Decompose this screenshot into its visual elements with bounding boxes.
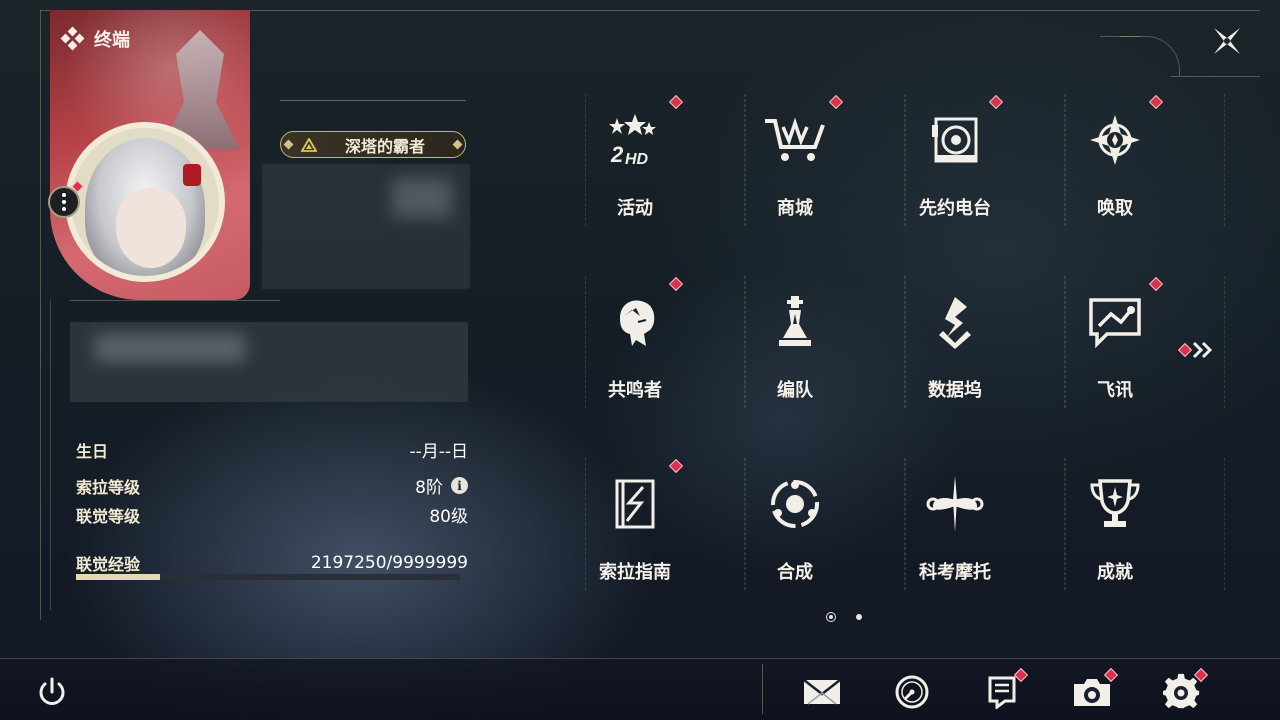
menu-item-motorcycle[interactable]: 科考摩托	[875, 462, 1035, 612]
frame-left-line	[40, 10, 41, 620]
notification-badge	[668, 94, 684, 110]
camera-button[interactable]	[1070, 667, 1119, 714]
menu-item-guidebook[interactable]: 索拉指南	[555, 458, 715, 612]
svg-text:2: 2	[610, 142, 624, 167]
menu-item-label: 商城	[777, 198, 813, 219]
menu-item-label: 数据坞	[928, 380, 982, 401]
page-indicator-1[interactable]	[826, 612, 836, 622]
next-page-badge	[1177, 342, 1193, 358]
stat-value: --月--日	[409, 442, 468, 462]
stat-sol-rank: 索拉等级 8阶 i	[76, 473, 468, 498]
notification-badge	[668, 458, 684, 474]
stat-label: 联觉经验	[76, 555, 141, 574]
player-signature-area	[70, 322, 468, 402]
menu-item-event-2hd[interactable]: 2 HD 活动	[555, 94, 715, 248]
camera-icon	[1072, 676, 1112, 708]
stat-label: 索拉等级	[76, 477, 141, 497]
close-button[interactable]	[1206, 20, 1248, 62]
title-divider	[280, 100, 466, 101]
notification-badge	[1148, 276, 1164, 292]
menu-item-label: 共鸣者	[608, 380, 662, 401]
menu-item-label: 活动	[617, 198, 653, 219]
menu-item-resonator[interactable]: 共鸣者	[555, 276, 715, 430]
synthesis-icon	[763, 472, 827, 536]
team-chess-icon	[763, 290, 827, 354]
menu-item-radio[interactable]: 先约电台	[875, 94, 1035, 248]
page-title: 终端	[94, 30, 130, 51]
menu-item-trophy[interactable]: 成就	[1035, 462, 1195, 612]
message-icon	[1083, 290, 1147, 354]
card-divider	[70, 300, 280, 301]
event-2hd-icon: 2 HD	[603, 108, 667, 172]
exp-progress-fill	[76, 574, 161, 580]
notice-icon	[987, 675, 1017, 709]
menu-item-convene[interactable]: 唤取	[1035, 94, 1195, 248]
pagination	[826, 612, 862, 622]
shop-cart-icon	[763, 108, 827, 172]
page-indicator-2[interactable]	[856, 614, 862, 620]
notice-button[interactable]	[980, 667, 1029, 714]
resonator-icon	[603, 290, 667, 354]
menu-item-label: 成就	[1097, 562, 1133, 583]
mail-icon	[802, 677, 842, 707]
info-icon[interactable]: i	[451, 477, 468, 494]
warning-triangle-icon	[301, 137, 317, 152]
motorcycle-icon	[923, 472, 987, 536]
close-icon	[1214, 28, 1240, 54]
menu-item-label: 先约电台	[919, 198, 991, 219]
menu-item-synthesis[interactable]: 合成	[715, 462, 875, 612]
bottom-divider	[762, 664, 763, 714]
clock-icon	[894, 674, 930, 710]
menu-item-label: 合成	[777, 562, 813, 583]
stat-birthday: 生日 --月--日	[76, 437, 468, 463]
stat-label: 生日	[76, 441, 109, 461]
notification-badge	[828, 94, 844, 110]
settings-gear-icon	[1163, 673, 1201, 711]
stat-union-exp: 联觉经验 2197250/9999999	[76, 551, 468, 575]
frame-corner-line-bottom	[1170, 76, 1260, 77]
menu-item-data-bank[interactable]: 数据坞	[875, 280, 1035, 430]
power-button[interactable]	[30, 670, 74, 714]
menu-item-label: 科考摩托	[919, 562, 991, 583]
menu-item-label: 飞讯	[1097, 380, 1133, 401]
frame-inner-left-line	[50, 300, 51, 610]
player-name-area	[262, 164, 470, 289]
menu-item-team-chess[interactable]: 编队	[715, 280, 875, 430]
more-dots-icon	[62, 193, 66, 211]
player-title-label: 深塔的霸者	[345, 136, 426, 156]
radio-icon	[923, 108, 987, 172]
menu-item-shop-cart[interactable]: 商城	[715, 94, 875, 248]
menu-item-label: 编队	[777, 380, 813, 401]
svg-text:HD: HD	[625, 151, 649, 168]
next-page-button[interactable]	[1177, 340, 1214, 360]
stat-value: 8阶	[415, 478, 443, 498]
data-bank-icon	[923, 290, 987, 354]
avatar[interactable]	[65, 122, 225, 282]
terminal-diamonds-icon	[60, 26, 85, 51]
guidebook-icon	[603, 472, 667, 536]
power-icon	[39, 677, 65, 705]
menu-item-label: 索拉指南	[599, 562, 671, 583]
clock-button[interactable]	[890, 670, 934, 714]
stat-label: 联觉等级	[76, 506, 141, 526]
double-chevron-right-icon	[1192, 341, 1213, 359]
exp-progress-bar	[76, 574, 460, 580]
mail-button[interactable]	[800, 670, 844, 714]
notification-badge	[668, 276, 684, 292]
notification-badge	[1148, 94, 1164, 110]
stat-value: 80级	[429, 507, 468, 527]
page-header: 终端	[60, 26, 130, 52]
menu-item-message[interactable]: 飞讯	[1035, 276, 1195, 430]
frame-corner-arc	[1120, 36, 1180, 76]
menu-item-label: 唤取	[1097, 198, 1133, 219]
convene-icon	[1083, 108, 1147, 172]
stat-union-level: 联觉等级 80级	[76, 502, 468, 528]
notification-badge	[988, 94, 1004, 110]
stat-value: 2197250/9999999	[310, 553, 468, 573]
trophy-icon	[1083, 472, 1147, 536]
settings-gear-button[interactable]	[1160, 667, 1209, 714]
player-title-badge[interactable]: 深塔的霸者	[280, 131, 466, 158]
